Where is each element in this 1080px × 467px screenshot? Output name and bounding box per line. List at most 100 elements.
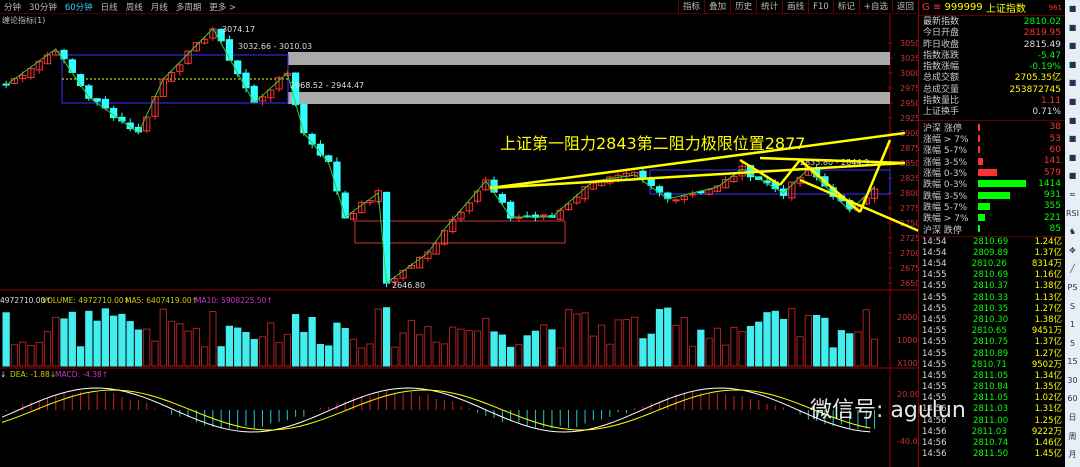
price-label-zone2: 2968.52 - 2944.47 xyxy=(290,81,364,90)
stroke-line xyxy=(5,27,875,284)
candle-body xyxy=(234,60,242,75)
side-tool-icon[interactable]: 5 xyxy=(1065,335,1080,354)
side-tool-icon[interactable]: ■ xyxy=(1065,56,1080,75)
price-tick-label: 3025 xyxy=(900,54,918,63)
volume-tick-label: X1000 xyxy=(897,359,918,368)
period-tab[interactable]: 更多 > xyxy=(205,1,240,13)
side-tool-icon[interactable]: ■ xyxy=(1065,167,1080,186)
breadth-count: 579 xyxy=(1043,167,1061,178)
volume-bar xyxy=(482,318,490,367)
trade-amount: 1.38亿 xyxy=(1034,314,1062,325)
volume-bar xyxy=(225,325,234,367)
side-tool-icon[interactable]: PS xyxy=(1065,279,1080,298)
volume-bar xyxy=(399,332,407,367)
side-tool-icon[interactable]: ■ xyxy=(1065,130,1080,149)
volume-bar xyxy=(308,316,316,367)
tool-button[interactable]: 返回 xyxy=(891,0,918,14)
price-tick-label: 2950 xyxy=(900,99,918,108)
volume-bar xyxy=(473,330,482,367)
side-tool-icon[interactable]: ■ xyxy=(1065,0,1080,19)
period-tab[interactable]: 60分钟 xyxy=(61,1,97,13)
side-tool-icon[interactable]: 日 xyxy=(1065,409,1080,428)
side-tool-icon[interactable]: ■ xyxy=(1065,37,1080,56)
dif-line xyxy=(1,387,871,433)
trade-price: 2810.75 xyxy=(972,337,1009,348)
side-tool-icon[interactable]: 15 xyxy=(1065,353,1080,372)
tool-button[interactable]: +自选 xyxy=(858,0,892,14)
breadth-count: 141 xyxy=(1043,156,1061,167)
side-tool-icon[interactable]: ■ xyxy=(1065,149,1080,168)
period-tab[interactable]: 多周期 xyxy=(172,1,206,13)
quote-label: 最新指数 xyxy=(923,17,960,27)
volume-bar xyxy=(589,335,597,367)
period-tab[interactable]: 分钟 xyxy=(0,1,25,13)
side-tool-icon[interactable]: ╱ xyxy=(1065,260,1080,279)
price-tick-label: 2925 xyxy=(900,114,918,123)
tool-buttons: 指标 叠加 历史 统计 画线 F10 标记 +自选 返回 xyxy=(678,0,918,14)
side-tool-icon[interactable]: ♞ xyxy=(1065,223,1080,242)
volume-bar xyxy=(862,309,870,367)
volume-bar xyxy=(746,325,755,367)
volume-bar xyxy=(573,313,581,367)
volume-bar xyxy=(333,322,341,367)
breadth-count: 85 xyxy=(1049,223,1061,234)
volume-bar xyxy=(705,337,713,367)
tool-button[interactable]: F10 xyxy=(808,0,833,14)
tool-button[interactable]: 统计 xyxy=(756,0,782,14)
side-tool-icon[interactable]: 周 xyxy=(1065,428,1080,447)
price-tick-label: 2725 xyxy=(900,234,918,243)
trade-amount: 1.34亿 xyxy=(1034,370,1062,381)
trade-price: 2810.37 xyxy=(972,281,1009,292)
side-tool-icon[interactable]: ■ xyxy=(1065,93,1080,112)
side-tool-icon[interactable]: ■ xyxy=(1065,112,1080,131)
tool-button[interactable]: 画线 xyxy=(782,0,808,14)
side-tool-icon[interactable]: ≈ xyxy=(1065,186,1080,205)
side-tool-icon[interactable]: ✥ xyxy=(1065,242,1080,261)
volume-bar xyxy=(606,343,614,367)
indicator-name[interactable]: 缠论指标(1) xyxy=(2,15,45,26)
side-tool-icon[interactable]: ■ xyxy=(1065,74,1080,93)
volume-bar xyxy=(688,345,697,367)
volume-bar xyxy=(341,327,349,367)
side-tool-icon[interactable]: ■ xyxy=(1065,19,1080,38)
side-tool-icon[interactable]: 月 xyxy=(1065,446,1080,465)
period-tab[interactable]: 月线 xyxy=(147,1,172,13)
volume-bar xyxy=(126,321,134,367)
volume-bar xyxy=(812,315,821,367)
period-tab[interactable]: 30分钟 xyxy=(25,1,61,13)
volume-bar xyxy=(457,328,465,367)
trend-line[interactable] xyxy=(489,161,906,190)
chart-area[interactable]: 3050302530002975295029252900287528502825… xyxy=(0,0,918,467)
trade-time: 14:55 xyxy=(922,370,947,381)
side-tool-icon[interactable]: 30 xyxy=(1065,372,1080,391)
side-tool-icon[interactable]: 1 xyxy=(1065,316,1080,335)
quote-tag: 961 xyxy=(1048,3,1062,12)
tool-button[interactable]: 叠加 xyxy=(704,0,730,14)
side-tool-icon[interactable]: RSI xyxy=(1065,205,1080,224)
watermark: 微信号: agulun xyxy=(810,398,966,423)
volume-bar xyxy=(870,338,879,367)
resistance-annotation: 上证第一阻力2843第二阻力极限位置2877 xyxy=(500,134,806,153)
tool-button[interactable]: 历史 xyxy=(730,0,756,14)
side-tool-icon[interactable]: 60 xyxy=(1065,390,1080,409)
volume-bar xyxy=(176,323,184,367)
period-tab[interactable]: 日线 xyxy=(97,1,122,13)
tool-button[interactable]: 标记 xyxy=(832,0,859,14)
trade-time: 14:56 xyxy=(922,438,947,449)
trade-row: 14:55 2810.37 1.38亿 xyxy=(919,281,1065,292)
breadth-bar xyxy=(978,135,980,143)
period-tab[interactable]: 周线 xyxy=(122,1,147,13)
trade-price: 2811.03 xyxy=(972,404,1009,415)
tool-button[interactable]: 指标 xyxy=(678,0,704,14)
quote-value: -0.19% xyxy=(1029,62,1061,73)
trade-time: 14:55 xyxy=(922,359,947,370)
volume-bar xyxy=(19,341,27,367)
volume-bar xyxy=(10,344,19,367)
trade-row: 14:56 2810.74 1.46亿 xyxy=(919,438,1065,449)
volume-bar xyxy=(697,329,705,367)
quote-row: 最新指数 2810.02 xyxy=(919,17,1065,28)
side-tool-icon[interactable]: S xyxy=(1065,298,1080,317)
volume-bar xyxy=(837,330,846,367)
breadth-count: 38 xyxy=(1049,122,1061,133)
volume-bar xyxy=(110,315,118,367)
